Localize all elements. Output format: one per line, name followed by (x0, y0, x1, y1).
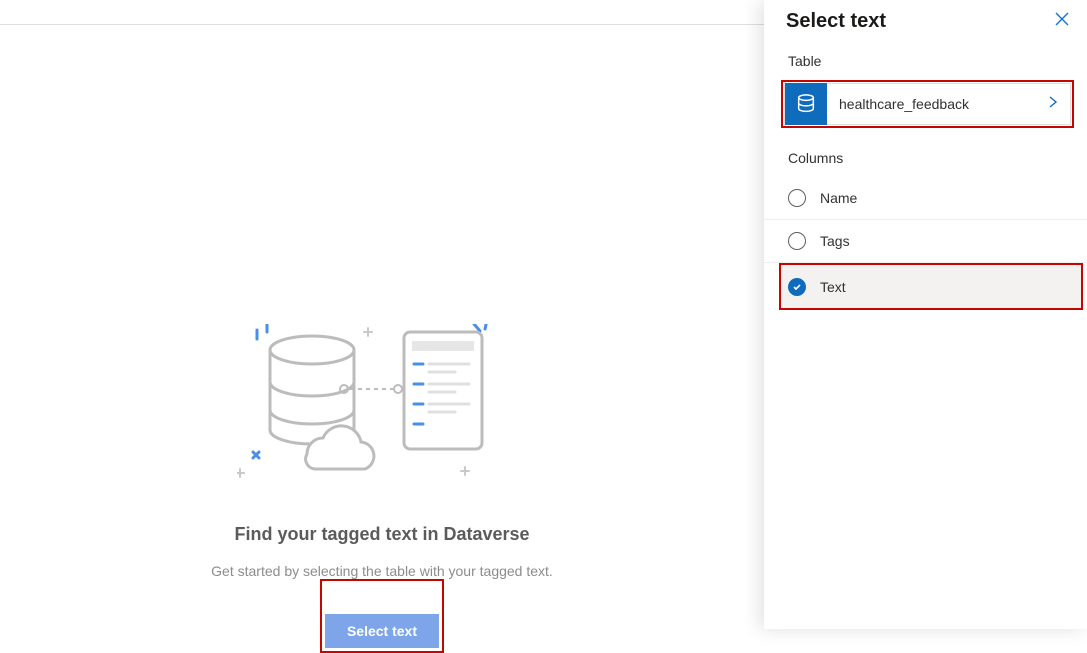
chevron-right-icon (1046, 95, 1060, 114)
select-text-button[interactable]: Select text (325, 614, 439, 648)
dataverse-illustration (237, 324, 527, 479)
table-section-label: Table (764, 39, 1087, 77)
radio-unchecked-icon (788, 232, 806, 250)
table-selector-highlight: healthcare_feedback (781, 80, 1074, 128)
column-option-text-highlight: Text (779, 263, 1083, 310)
select-text-button-highlight: Select text (320, 579, 444, 653)
main-content: Find your tagged text in Dataverse Get s… (0, 24, 764, 653)
panel-title: Select text (786, 10, 886, 33)
table-selector[interactable]: healthcare_feedback (784, 83, 1071, 125)
column-label: Name (820, 190, 857, 206)
database-icon (785, 83, 827, 125)
illustration (237, 324, 527, 479)
main-subtext: Get started by selecting the table with … (211, 563, 553, 579)
main-heading: Find your tagged text in Dataverse (234, 524, 529, 545)
column-label: Text (820, 279, 846, 295)
column-label: Tags (820, 233, 850, 249)
column-option-tags[interactable]: Tags (764, 220, 1087, 263)
column-option-name[interactable]: Name (764, 177, 1087, 220)
radio-checked-icon (788, 278, 806, 296)
radio-unchecked-icon (788, 189, 806, 207)
close-icon[interactable] (1053, 10, 1071, 33)
table-name: healthcare_feedback (827, 96, 1046, 112)
columns-section-label: Columns (764, 136, 1087, 174)
column-list: Name Tags Text (764, 177, 1087, 310)
panel-header: Select text (764, 0, 1087, 39)
column-option-text[interactable]: Text (781, 265, 1081, 308)
select-text-panel: Select text Table healthcare_feedback Co… (764, 0, 1087, 629)
